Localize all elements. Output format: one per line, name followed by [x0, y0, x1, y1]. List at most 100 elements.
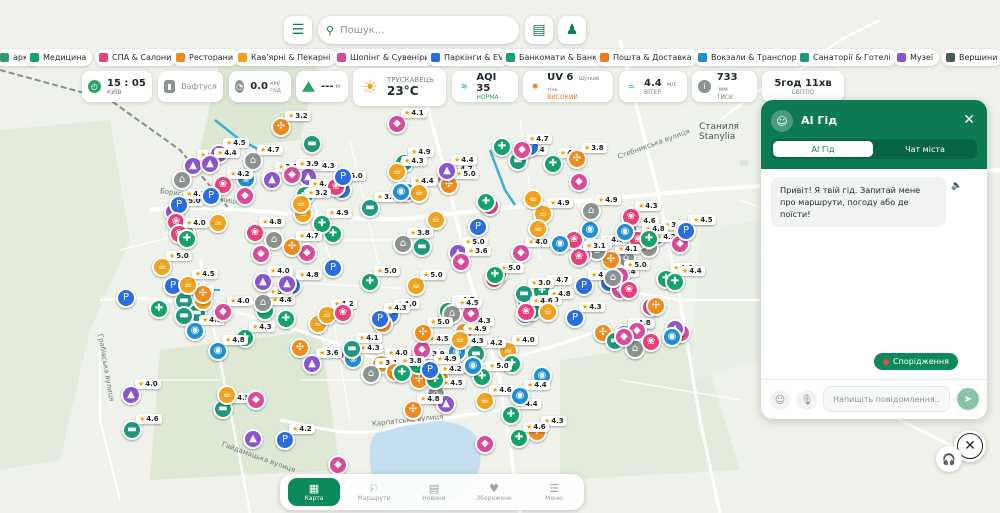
- map-marker[interactable]: ☕: [426, 210, 446, 230]
- marker-rating: ★5.0: [420, 270, 446, 280]
- wind-speed-widget[interactable]: ◔ 0.0 км/год: [229, 71, 291, 102]
- map-marker[interactable]: ☕: [538, 302, 558, 322]
- marker-rating: ★3.8: [407, 228, 433, 238]
- support-button[interactable]: 🎧: [936, 446, 962, 472]
- ai-panel-title: AI Гід: [801, 114, 838, 127]
- star-icon: ★: [465, 238, 472, 246]
- emoji-icon[interactable]: ☺: [770, 390, 790, 410]
- category-chip[interactable]: Шопінг & Сувеніри: [333, 49, 436, 66]
- category-icon: [698, 53, 707, 62]
- star-icon: ★: [292, 425, 299, 433]
- daylight-widget[interactable]: 5год 11хв СВІТЛО: [762, 71, 844, 102]
- profile-button[interactable]: ♟: [558, 16, 586, 44]
- map-marker[interactable]: ❀: [619, 280, 639, 300]
- map-marker[interactable]: ◆: [246, 390, 266, 410]
- time-widget[interactable]: ◴ 15 : 05 київ: [82, 71, 152, 102]
- map-marker[interactable]: P: [201, 186, 221, 206]
- message-input[interactable]: [823, 386, 950, 412]
- category-icon: [897, 53, 906, 62]
- map-marker[interactable]: ✣: [646, 296, 666, 316]
- map-marker[interactable]: ✚: [639, 229, 659, 249]
- map-marker[interactable]: ❀: [333, 303, 353, 323]
- category-chip[interactable]: Медицина: [26, 49, 93, 66]
- map-marker[interactable]: ✚: [492, 137, 512, 157]
- map-marker[interactable]: P: [333, 167, 353, 187]
- suggestion-chip[interactable]: Спорідження: [874, 353, 958, 370]
- map-marker[interactable]: ⌂: [172, 170, 192, 190]
- map-marker[interactable]: ✚: [392, 363, 412, 383]
- map-marker[interactable]: ◆: [614, 327, 634, 347]
- nav-item[interactable]: ▦ Карта: [288, 478, 340, 506]
- map-marker[interactable]: ◆: [328, 455, 348, 475]
- aqi-widget[interactable]: ≋ AQI 35 НОРМА: [452, 71, 518, 102]
- nav-item[interactable]: ⚐ Маршрути: [348, 478, 400, 506]
- map-marker[interactable]: ☕: [217, 385, 237, 405]
- category-chip[interactable]: Музеї: [893, 49, 940, 66]
- uv-widget[interactable]: ✺ UV 6 Шуткий тінь ВИСОКИЙ: [523, 71, 613, 102]
- map-marker[interactable]: ✚: [485, 265, 505, 285]
- send-button[interactable]: ➤: [957, 388, 979, 410]
- tab-ai-guide[interactable]: AI Гід: [773, 141, 873, 157]
- category-chip[interactable]: Кав'ярні & Пекарні: [234, 49, 337, 66]
- map-marker[interactable]: ◉: [391, 182, 411, 202]
- category-chip[interactable]: Паркінги & EV: [427, 49, 510, 66]
- search-input[interactable]: [340, 24, 501, 36]
- category-chip[interactable]: Вершини: [942, 49, 1000, 66]
- nav-item[interactable]: ☰ Меню: [528, 478, 580, 506]
- map-marker[interactable]: ☕: [528, 219, 548, 239]
- category-chip[interactable]: СПА & Салони: [95, 49, 178, 66]
- map-marker[interactable]: P: [116, 288, 136, 308]
- map-marker[interactable]: ✚: [177, 229, 197, 249]
- star-icon: ★: [359, 334, 366, 342]
- map-marker[interactable]: ☕: [208, 213, 228, 233]
- menu-button[interactable]: ☰: [284, 16, 312, 44]
- star-icon: ★: [618, 245, 625, 253]
- map-marker[interactable]: ✚: [276, 309, 296, 329]
- map-marker[interactable]: ◆: [569, 172, 589, 192]
- category-chip[interactable]: Банкомати & Банки: [502, 49, 609, 66]
- map-marker[interactable]: ▲: [243, 429, 263, 449]
- map-marker[interactable]: ▬: [302, 134, 322, 154]
- speaker-icon[interactable]: 🔈: [951, 181, 962, 191]
- star-icon: ★: [598, 196, 605, 204]
- star-icon: ★: [489, 362, 496, 370]
- map-marker[interactable]: ✣: [290, 338, 310, 358]
- map-marker[interactable]: ◉: [550, 234, 570, 254]
- map-marker[interactable]: ▬: [412, 237, 432, 257]
- tab-city-chat[interactable]: Чат міста: [875, 141, 975, 157]
- map-marker[interactable]: ◉: [463, 356, 483, 376]
- map-marker[interactable]: ◉: [615, 222, 635, 242]
- marker-rating: ★4.4: [214, 148, 240, 158]
- fuel-widget[interactable]: ▮ Вафтуся: [158, 71, 223, 102]
- star-icon: ★: [582, 303, 589, 311]
- map-marker[interactable]: ◆: [251, 244, 271, 264]
- search-bar[interactable]: ⚲: [318, 16, 519, 44]
- map-marker[interactable]: ▲: [277, 274, 297, 294]
- news-button[interactable]: ▤: [525, 16, 553, 44]
- map-marker[interactable]: ◆: [235, 186, 255, 206]
- map-marker[interactable]: P: [323, 258, 343, 278]
- time-sub: київ: [107, 88, 122, 96]
- aqi-sub: НОРМА: [476, 94, 499, 101]
- map-marker[interactable]: ☕: [523, 189, 543, 209]
- map-marker[interactable]: ▲: [262, 170, 282, 190]
- nav-item[interactable]: ▤ Новини: [408, 478, 460, 506]
- map-marker[interactable]: ◉: [662, 327, 682, 347]
- pressure-widget[interactable]: i 733 мм ТИСК: [692, 71, 757, 102]
- category-chip[interactable]: Санаторії & Готелі: [796, 49, 897, 66]
- altitude-widget[interactable]: --- м: [296, 71, 348, 102]
- microphone-icon[interactable]: 🎙: [797, 390, 817, 410]
- wind-widget[interactable]: ≈ 4.4 м/с ВІТЕР: [619, 71, 687, 102]
- category-chip[interactable]: Ресторани: [172, 49, 240, 66]
- map-marker[interactable]: ◆: [475, 434, 495, 454]
- close-icon[interactable]: ✕: [963, 112, 975, 128]
- map-marker[interactable]: ❀: [641, 332, 661, 352]
- weather-widget[interactable]: ☀ ТРУСКАВЕЦЬ 23°C: [353, 68, 446, 106]
- nav-item[interactable]: ♥ Збережене: [468, 478, 520, 506]
- map-marker[interactable]: ✚: [149, 299, 169, 319]
- category-chip[interactable]: Пошта & Доставка: [596, 49, 698, 66]
- category-chip[interactable]: Вокзали & Транспорт: [694, 49, 808, 66]
- map-marker[interactable]: ✚: [476, 192, 496, 212]
- map-marker[interactable]: ☕: [409, 183, 429, 203]
- map-marker[interactable]: P: [468, 217, 488, 237]
